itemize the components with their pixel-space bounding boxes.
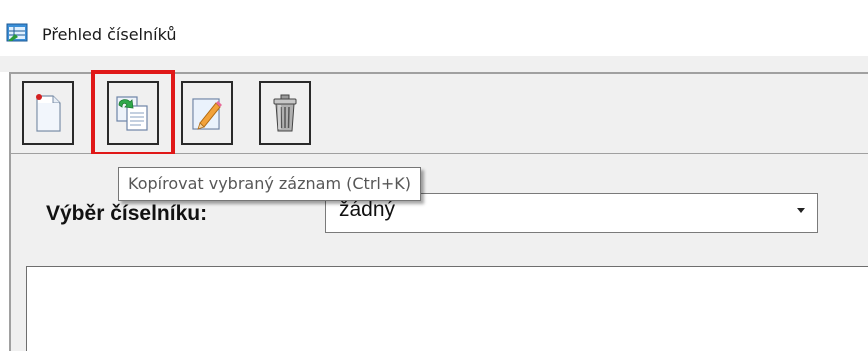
- grid-table-icon: [6, 23, 28, 42]
- copy-record-button-highlight: [91, 70, 175, 156]
- select-label: Výběr číselníku:: [46, 202, 208, 225]
- chevron-down-icon[interactable]: [797, 208, 805, 213]
- delete-record-button[interactable]: [259, 81, 311, 145]
- window-title: Přehled číselníků: [42, 25, 177, 44]
- records-list[interactable]: [26, 266, 868, 351]
- trash-can-icon: [273, 94, 297, 132]
- application-window: Přehled číselníků Výběr číselníku: žádný…: [0, 0, 868, 351]
- new-record-button[interactable]: [22, 81, 74, 145]
- edit-pencil-icon: [192, 98, 222, 130]
- copy-record-tooltip: Kopírovat vybraný záznam (Ctrl+K): [118, 167, 421, 201]
- codebook-select-value: žádný: [339, 198, 396, 221]
- edit-record-button[interactable]: [181, 81, 233, 145]
- copy-record-button[interactable]: [107, 81, 159, 145]
- title-bar: Přehled číselníků: [0, 0, 868, 56]
- new-document-icon: [36, 94, 61, 132]
- copy-record-icon: [116, 96, 148, 131]
